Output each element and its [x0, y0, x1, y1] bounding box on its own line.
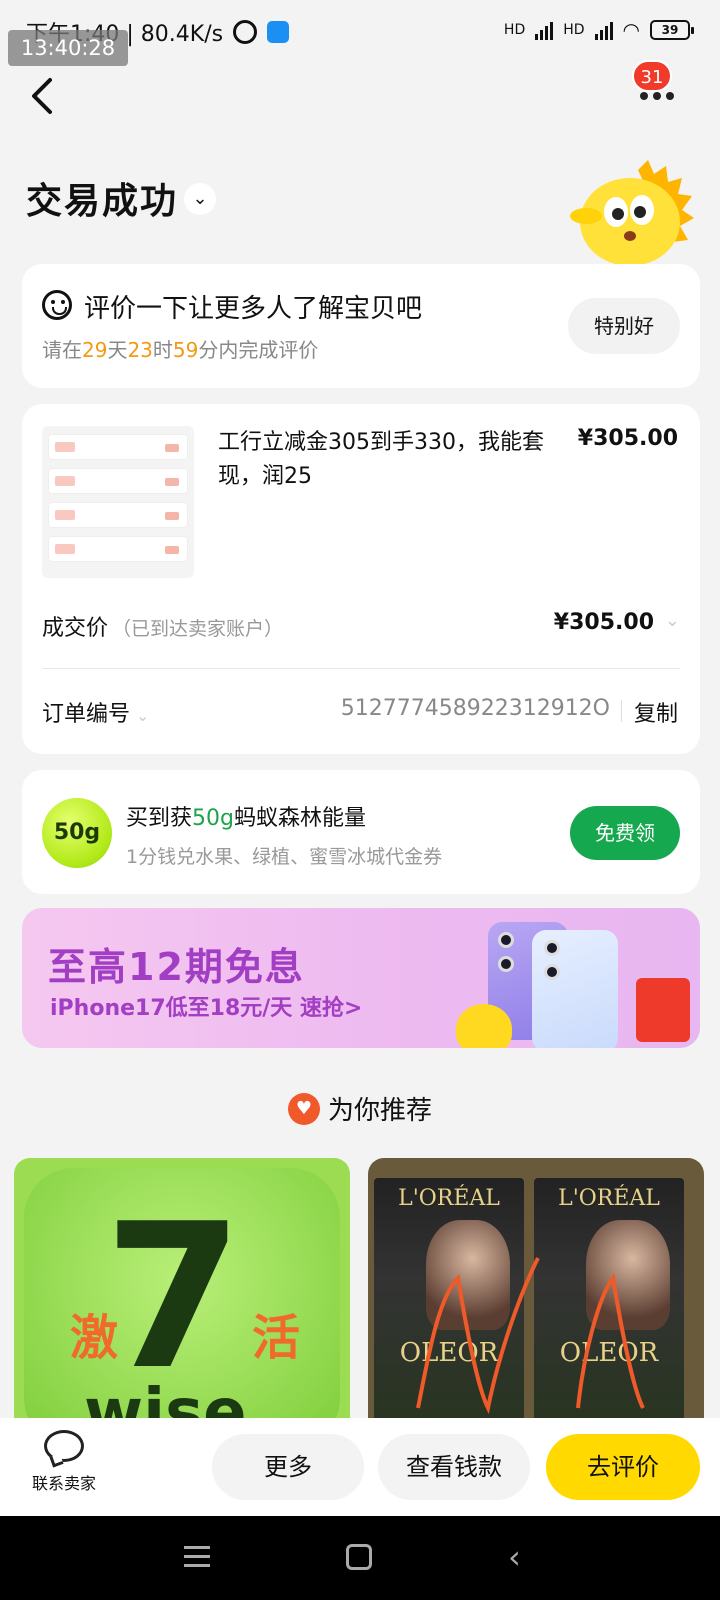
chevron-down-icon[interactable]: ⌄ [184, 183, 216, 215]
red-envelope-icon [636, 978, 690, 1042]
scribble-mark [416, 1257, 645, 1415]
order-number: 512777458922312912O [340, 696, 610, 721]
mascot-image [456, 1004, 512, 1048]
page-title: 交易成功 [26, 181, 179, 222]
deal-price[interactable]: ¥305.00 [554, 610, 654, 635]
go-review-button[interactable]: 去评价 [546, 1434, 700, 1500]
wifi-icon: ◠ [622, 18, 640, 42]
back-icon[interactable]: ‹ [508, 1538, 521, 1576]
review-card: 评价一下让更多人了解宝贝吧 请在29天23时59分内完成评价 特别好 [22, 264, 700, 388]
recommend-item[interactable]: L'ORÉAL OLEOR L'ORÉAL OLEOR [368, 1158, 704, 1428]
copy-button[interactable]: 复制 [634, 696, 678, 728]
battery-icon: 39 [650, 20, 694, 40]
review-countdown: 请在29天23时59分内完成评价 [42, 338, 319, 362]
rate-great-button[interactable]: 特别好 [568, 298, 680, 354]
chat-icon [44, 1430, 84, 1462]
energy-subtitle: 1分钱兑水果、绿植、蜜雪冰城代金券 [126, 846, 443, 868]
divider [621, 700, 622, 722]
divider [42, 668, 680, 669]
signal-icon [535, 20, 554, 40]
product-thumbnail[interactable] [42, 426, 194, 578]
energy-title: 买到获50g蚂蚁森林能量 [126, 806, 366, 831]
bottom-action-bar: 联系卖家 更多 查看钱款 去评价 [0, 1418, 720, 1516]
signal-icon-2 [594, 20, 613, 40]
recent-apps-icon[interactable] [184, 1546, 210, 1568]
activate-text: 激活 [70, 1310, 300, 1366]
network-label-1: HD [503, 22, 526, 38]
more-button[interactable]: 更多 [212, 1434, 364, 1500]
home-icon[interactable] [346, 1544, 372, 1570]
product-title[interactable]: 工行立减金305到手330，我能套现，润25 [218, 426, 578, 494]
mascot-image [570, 160, 694, 266]
order-number-label[interactable]: 订单编号 ⌄ [42, 696, 149, 728]
message-count-badge: 31 [632, 60, 672, 92]
alarm-icon [233, 20, 258, 44]
more-options-button[interactable] [640, 92, 674, 100]
claim-free-button[interactable]: 免费领 [570, 806, 680, 860]
view-money-button[interactable]: 查看钱款 [378, 1434, 530, 1500]
order-card: 工行立减金305到手330，我能套现，润25 ¥305.00 成交价 （已到达卖家… [22, 404, 700, 754]
app-notification-icon [267, 21, 290, 43]
promo-banner[interactable]: 至高12期免息 iPhone17低至18元/天 速抢> [22, 908, 700, 1048]
smile-face-icon [42, 290, 72, 320]
heart-icon: ♥ [287, 1092, 320, 1125]
system-nav-bar: ‹ [0, 1516, 720, 1600]
chevron-down-icon: ⌄ [136, 706, 150, 725]
promo-title: 至高12期免息 [48, 945, 305, 989]
back-button[interactable] [28, 76, 64, 116]
chevron-down-icon[interactable]: ⌄ [665, 610, 680, 631]
product-price: ¥305.00 [577, 426, 678, 451]
recommend-item[interactable]: 7 激活 wise [14, 1158, 350, 1428]
contact-seller-button[interactable]: 联系卖家 [26, 1430, 102, 1494]
promo-subtitle: iPhone17低至18元/天 速抢> [50, 996, 363, 1021]
timestamp-overlay: 13:40:28 [8, 30, 128, 66]
review-title: 评价一下让更多人了解宝贝吧 [84, 294, 423, 324]
ant-forest-energy-card: 50g 买到获50g蚂蚁森林能量 1分钱兑水果、绿植、蜜雪冰城代金券 免费领 [22, 770, 700, 894]
energy-badge: 50g [42, 798, 112, 868]
recommend-header: ♥ 为你推荐 [0, 1090, 720, 1128]
network-label-2: HD [563, 22, 585, 38]
chevron-left-icon [32, 78, 52, 114]
phone-image [532, 930, 618, 1048]
deal-price-label: 成交价 （已到达卖家账户） [42, 616, 284, 641]
